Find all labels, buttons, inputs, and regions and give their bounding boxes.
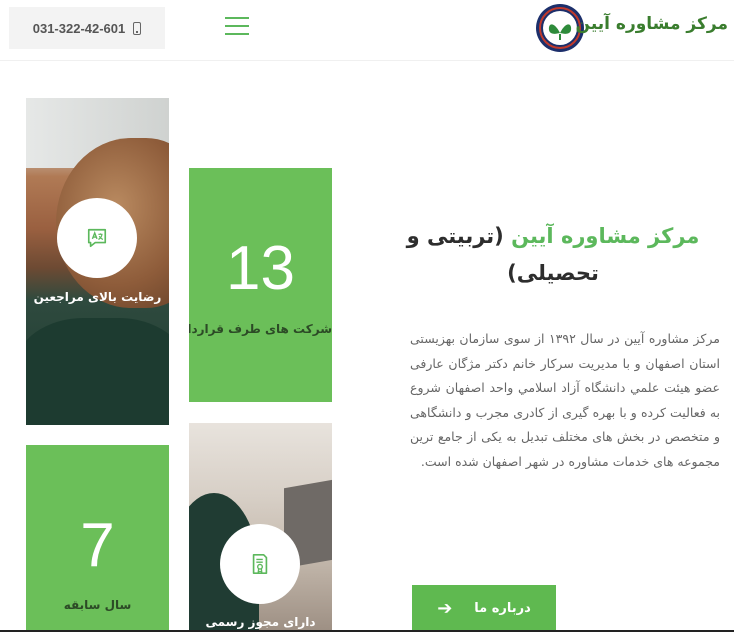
- title-accent: مرکز مشاوره آیین: [511, 224, 700, 248]
- mobile-phone-icon: [133, 21, 142, 35]
- phone-number[interactable]: 031-322-42-601: [33, 21, 126, 36]
- satisfaction-tile: رضایت بالای مراجعین: [26, 98, 169, 425]
- satisfaction-label: رضایت بالای مراجعین: [33, 290, 162, 304]
- years-label: سال سابقه: [63, 598, 132, 612]
- satisfaction-icon-circle: [57, 198, 137, 278]
- translate-chat-icon: [87, 228, 107, 248]
- arrow-right-icon: ➔: [437, 598, 453, 619]
- about-us-button[interactable]: درباره ما ➔: [412, 585, 556, 632]
- intro-description: مرکز مشاوره آیین در سال ۱۳۹۲ از سوی سازم…: [410, 331, 720, 469]
- years-count: 7: [80, 511, 115, 580]
- brand-name[interactable]: مرکز مشاوره آیین: [576, 14, 728, 34]
- phone-contact[interactable]: 031-322-42-601: [9, 7, 165, 49]
- page-title: مرکز مشاوره آیین (تربیتی و تحصیلی): [405, 218, 701, 292]
- years-tile: 7 سال سابقه: [26, 445, 169, 632]
- site-header: 031-322-42-601 مرکز مشاوره آیین: [0, 0, 734, 60]
- contracts-label: شرکت های طرف قرارداد: [189, 322, 332, 336]
- license-icon-circle: [220, 524, 300, 604]
- license-label: دارای مجوز رسمی: [205, 615, 316, 629]
- certificate-icon: [252, 554, 268, 574]
- contracts-tile: 13 شرکت های طرف قرارداد: [189, 168, 332, 402]
- header-divider: [0, 60, 734, 61]
- contracts-count: 13: [226, 234, 295, 303]
- license-tile: دارای مجوز رسمی: [189, 423, 332, 632]
- hamburger-icon[interactable]: [225, 17, 249, 35]
- about-us-label: درباره ما: [474, 601, 531, 616]
